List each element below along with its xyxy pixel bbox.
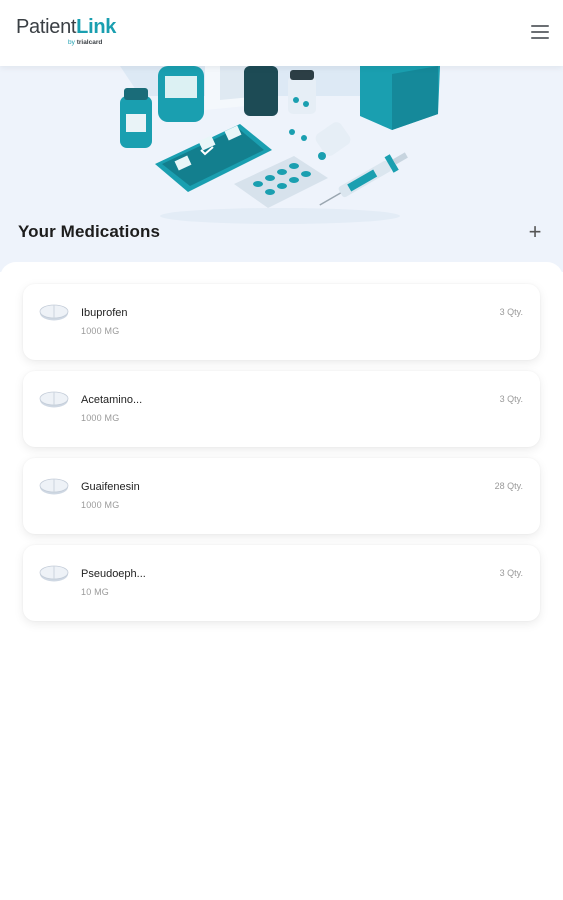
pill-icon (39, 478, 69, 495)
app-header: PatientLink by trialcard (0, 0, 563, 66)
logo-patient-text: Patient (16, 16, 77, 38)
medication-dose: 1000 MG (81, 326, 120, 336)
medication-dose: 10 MG (81, 587, 110, 597)
pill-icon (39, 304, 69, 321)
logo-by-text: by (68, 39, 75, 46)
medication-quantity: 3 Qty. (499, 307, 523, 317)
medication-quantity: 3 Qty. (499, 394, 523, 404)
add-medication-button[interactable]: + (524, 221, 546, 244)
medication-quantity: 28 Qty. (494, 481, 523, 491)
pill-icon (39, 391, 69, 408)
medication-name: Pseudoeph... (81, 568, 146, 580)
medication-card[interactable]: Acetamino... 1000 MG 3 Qty. (23, 371, 540, 447)
medication-card[interactable]: Ibuprofen 1000 MG 3 Qty. (23, 284, 540, 360)
medications-list: Ibuprofen 1000 MG 3 Qty. Acetamino... 10… (0, 262, 563, 900)
medication-card[interactable]: Guaifenesin 1000 MG 28 Qty. (23, 458, 540, 534)
medication-name: Ibuprofen (81, 307, 128, 319)
medication-dose: 1000 MG (81, 500, 120, 510)
logo-link-text: Link (76, 16, 117, 38)
medication-name: Acetamino... (81, 394, 143, 406)
medication-quantity: 3 Qty. (499, 568, 523, 578)
medication-name: Guaifenesin (81, 481, 140, 493)
hamburger-menu-icon[interactable] (531, 25, 549, 41)
logo-byline: by trialcard (68, 39, 102, 46)
logo-brand-text: trialcard (76, 39, 103, 46)
your-medications-title: Your Medications (18, 222, 161, 241)
pill-icon (39, 565, 69, 582)
medication-dose: 1000 MG (81, 413, 120, 423)
patientlink-logo[interactable]: PatientLink by trialcard (16, 16, 117, 46)
medication-card[interactable]: Pseudoeph... 10 MG 3 Qty. (23, 545, 540, 621)
